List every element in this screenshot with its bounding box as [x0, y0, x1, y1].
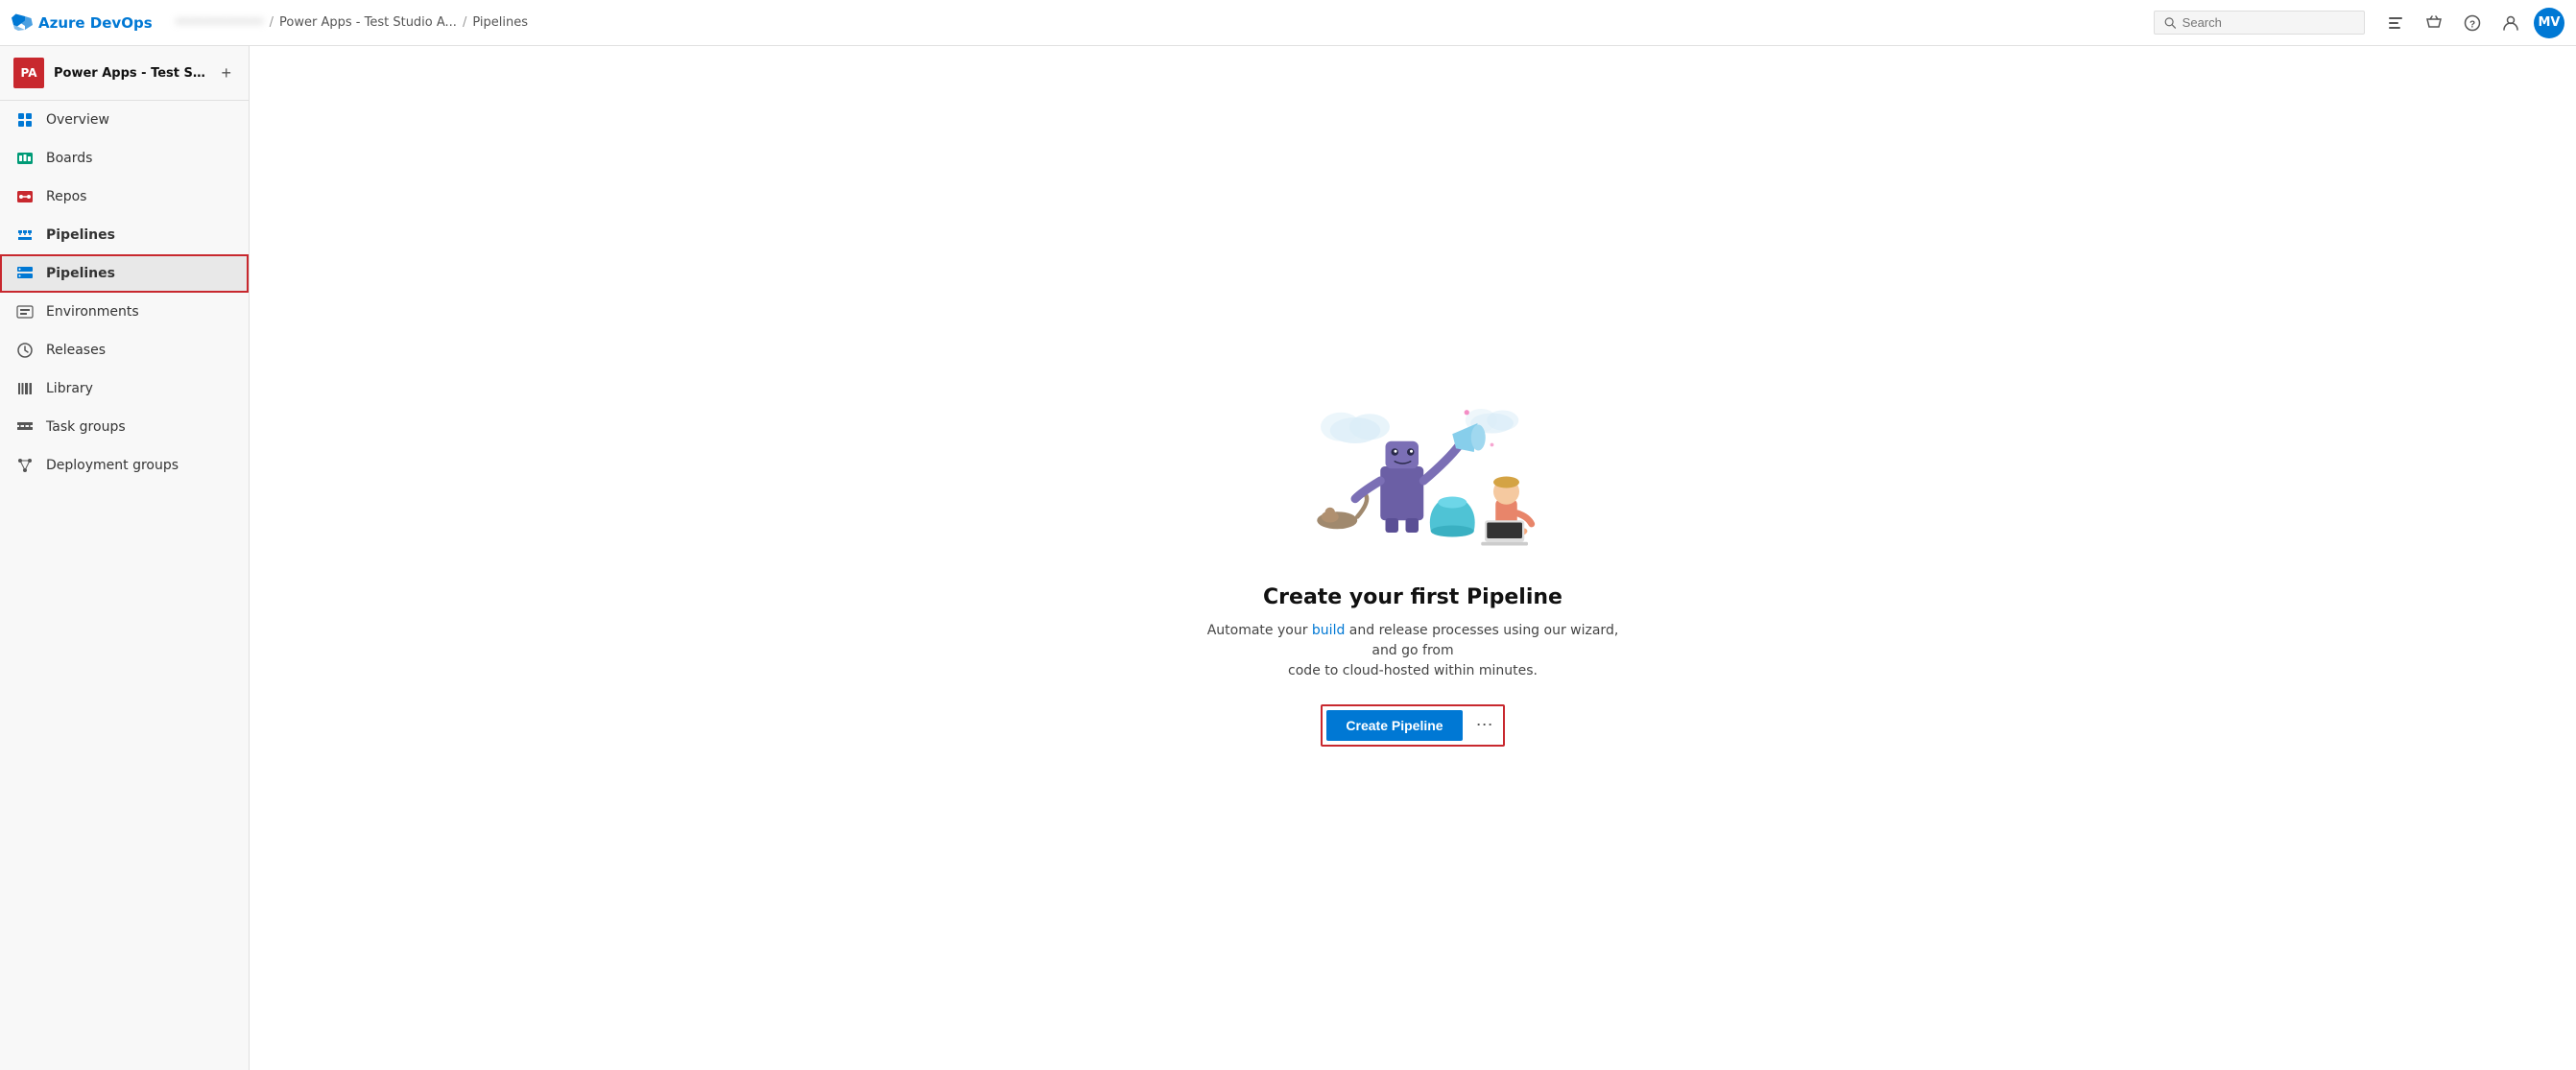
project-name: Power Apps - Test Stud...: [54, 66, 207, 81]
overview-label: Overview: [46, 112, 109, 128]
svg-text:?: ?: [2469, 19, 2475, 30]
project-header: PA Power Apps - Test Stud... +: [0, 46, 249, 101]
sidebar-item-overview[interactable]: Overview: [0, 101, 249, 139]
help-icon-btn[interactable]: ?: [2457, 8, 2488, 38]
pipelines-label: Pipelines: [46, 266, 115, 281]
overview-icon: [15, 110, 35, 130]
sidebar-item-repos[interactable]: Repos: [0, 178, 249, 216]
sidebar-item-pipelines[interactable]: Pipelines: [0, 254, 249, 293]
deployment-groups-label: Deployment groups: [46, 458, 179, 473]
pipeline-illustration: [1269, 370, 1557, 562]
breadcrumb-current: Pipelines: [472, 15, 528, 30]
pipelines-section-label: Pipelines: [46, 227, 115, 243]
search-icon: [2164, 16, 2177, 30]
user-settings-icon-btn[interactable]: [2495, 8, 2526, 38]
empty-state-title: Create your first Pipeline: [1263, 585, 1562, 609]
basket-icon-btn[interactable]: [2419, 8, 2449, 38]
pipelines-icon: [15, 264, 35, 283]
azure-devops-logo[interactable]: Azure DevOps: [12, 12, 153, 34]
avatar[interactable]: MV: [2534, 8, 2564, 38]
topbar-actions: ? MV: [2380, 8, 2564, 38]
repos-label: Repos: [46, 189, 86, 204]
empty-state: Create your first Pipeline Automate your…: [1182, 332, 1643, 785]
boards-icon: [15, 149, 35, 168]
sidebar-item-library[interactable]: Library: [0, 369, 249, 408]
more-options-button[interactable]: ⋯: [1470, 711, 1499, 739]
environments-icon: [15, 302, 35, 321]
empty-state-description: Automate your build and release processe…: [1202, 621, 1624, 681]
repos-icon: [15, 187, 35, 206]
releases-icon: [15, 341, 35, 360]
sidebar: PA Power Apps - Test Stud... + Overview: [0, 46, 250, 1070]
search-box[interactable]: [2154, 11, 2365, 35]
create-pipeline-button[interactable]: Create Pipeline: [1326, 710, 1462, 741]
environments-label: Environments: [46, 304, 139, 320]
sidebar-item-releases[interactable]: Releases: [0, 331, 249, 369]
add-project-button[interactable]: +: [217, 61, 235, 85]
create-pipeline-actions: Create Pipeline ⋯: [1321, 704, 1504, 747]
library-icon: [15, 379, 35, 398]
releases-label: Releases: [46, 343, 106, 358]
sidebar-item-task-groups[interactable]: Task groups: [0, 408, 249, 446]
sidebar-item-deployment-groups[interactable]: Deployment groups: [0, 446, 249, 485]
sidebar-item-boards[interactable]: Boards: [0, 139, 249, 178]
project-avatar: PA: [13, 58, 44, 88]
sidebar-item-pipelines-section[interactable]: Pipelines: [0, 216, 249, 254]
breadcrumb-org: ••••••••••••: [176, 15, 264, 30]
task-groups-label: Task groups: [46, 419, 126, 435]
build-link[interactable]: build: [1312, 623, 1345, 638]
library-label: Library: [46, 381, 93, 396]
search-input[interactable]: [2182, 15, 2354, 30]
breadcrumb: •••••••••••• / Power Apps - Test Studio …: [176, 15, 2146, 30]
boards-label: Boards: [46, 151, 92, 166]
main-content: Create your first Pipeline Automate your…: [250, 46, 2576, 1070]
activity-icon-btn[interactable]: [2380, 8, 2411, 38]
main-layout: PA Power Apps - Test Stud... + Overview: [0, 46, 2576, 1070]
topbar: Azure DevOps •••••••••••• / Power Apps -…: [0, 0, 2576, 46]
deployment-groups-icon: [15, 456, 35, 475]
sidebar-item-environments[interactable]: Environments: [0, 293, 249, 331]
task-groups-icon: [15, 417, 35, 437]
logo-text: Azure DevOps: [38, 14, 153, 32]
pipelines-section-icon: [15, 226, 35, 245]
breadcrumb-project: Power Apps - Test Studio A...: [279, 15, 457, 30]
